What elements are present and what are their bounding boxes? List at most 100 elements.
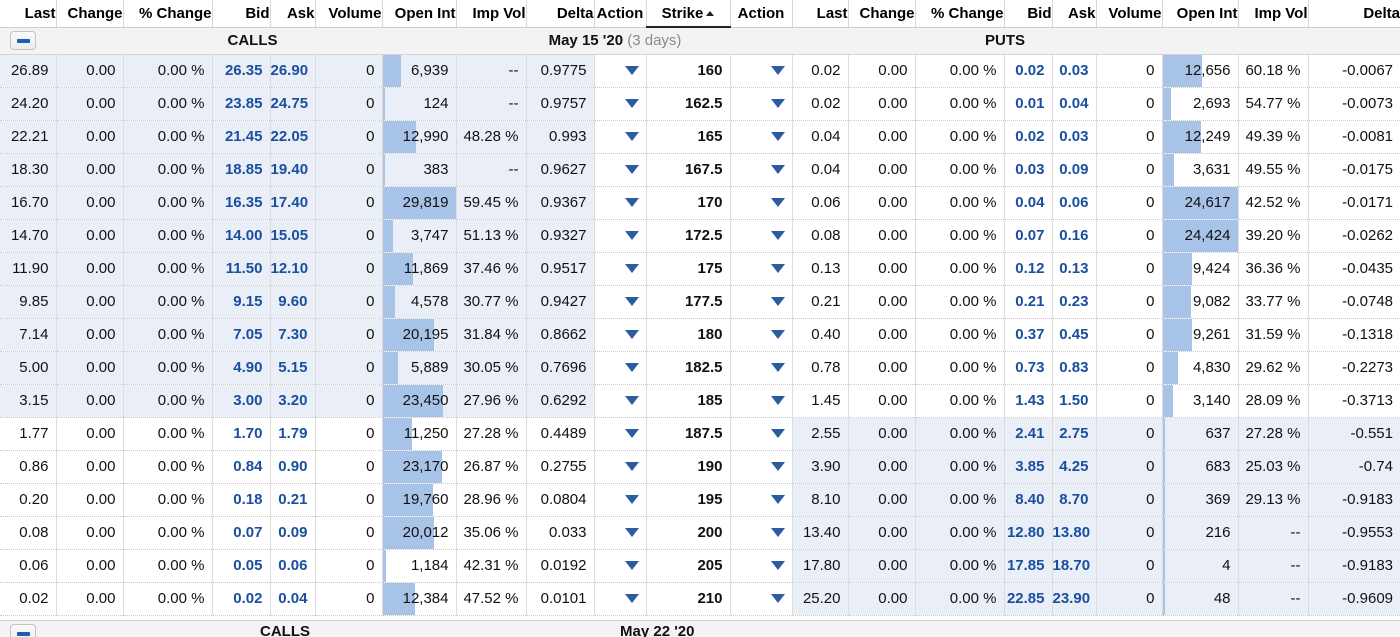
calls-action-cell[interactable]: [594, 219, 647, 253]
puts-pct_change-cell: 0.00 %: [915, 351, 1005, 385]
header-calls-action[interactable]: Action: [594, 0, 647, 28]
calls-action-cell[interactable]: [594, 54, 647, 88]
chevron-down-icon[interactable]: [770, 99, 785, 108]
header-calls-imp-vol[interactable]: Imp Vol: [456, 0, 527, 28]
header-puts-pct-change[interactable]: % Change: [915, 0, 1005, 28]
puts-action-cell[interactable]: [730, 516, 793, 550]
header-strike[interactable]: Strike: [646, 0, 731, 28]
header-calls-last[interactable]: Last: [0, 0, 57, 28]
puts-action-cell[interactable]: [730, 483, 793, 517]
chevron-down-icon[interactable]: [770, 330, 785, 339]
chevron-down-icon[interactable]: [624, 66, 639, 75]
calls-action-cell[interactable]: [594, 186, 647, 220]
calls-action-cell[interactable]: [594, 153, 647, 187]
calls-action-cell[interactable]: [594, 549, 647, 583]
header-calls-delta[interactable]: Delta: [526, 0, 595, 28]
chevron-down-icon[interactable]: [624, 297, 639, 306]
chevron-down-icon[interactable]: [624, 429, 639, 438]
header-puts-bid[interactable]: Bid: [1004, 0, 1053, 28]
puts-action-cell[interactable]: [730, 351, 793, 385]
calls-action-cell[interactable]: [594, 252, 647, 286]
puts-action-cell[interactable]: [730, 219, 793, 253]
calls-action-cell[interactable]: [594, 87, 647, 121]
header-puts-volume[interactable]: Volume: [1096, 0, 1163, 28]
calls-action-cell[interactable]: [594, 483, 647, 517]
puts-action-cell[interactable]: [730, 153, 793, 187]
calls-action-cell[interactable]: [594, 318, 647, 352]
chevron-down-icon[interactable]: [770, 132, 785, 141]
puts-action-cell[interactable]: [730, 549, 793, 583]
chevron-down-icon[interactable]: [770, 231, 785, 240]
chevron-down-icon[interactable]: [624, 132, 639, 141]
chevron-down-icon[interactable]: [624, 165, 639, 174]
calls-action-cell[interactable]: [594, 417, 647, 451]
puts-bid: 0.02: [1015, 62, 1045, 79]
header-calls-ask[interactable]: Ask: [270, 0, 316, 28]
header-puts-open-int[interactable]: Open Int: [1162, 0, 1239, 28]
puts-action-cell[interactable]: [730, 54, 793, 88]
chevron-down-icon[interactable]: [770, 396, 785, 405]
strike-value: 205: [697, 557, 723, 574]
chevron-down-icon[interactable]: [770, 561, 785, 570]
puts-action-cell[interactable]: [730, 582, 793, 616]
puts-action-cell[interactable]: [730, 120, 793, 154]
calls-action-cell[interactable]: [594, 384, 647, 418]
header-puts-last[interactable]: Last: [792, 0, 849, 28]
chevron-down-icon[interactable]: [624, 330, 639, 339]
header-puts-action[interactable]: Action: [730, 0, 793, 28]
puts-action-cell[interactable]: [730, 417, 793, 451]
chevron-down-icon[interactable]: [770, 462, 785, 471]
puts-action-cell[interactable]: [730, 252, 793, 286]
chevron-down-icon[interactable]: [770, 264, 785, 273]
header-puts-delta[interactable]: Delta: [1308, 0, 1400, 28]
puts-action-cell[interactable]: [730, 384, 793, 418]
header-calls-bid[interactable]: Bid: [212, 0, 271, 28]
chevron-down-icon[interactable]: [624, 495, 639, 504]
chevron-down-icon[interactable]: [770, 66, 785, 75]
chevron-down-icon[interactable]: [770, 429, 785, 438]
strike-cell: 165: [645, 120, 731, 154]
header-calls-pct-change[interactable]: % Change: [123, 0, 213, 28]
calls-action-cell[interactable]: [594, 450, 647, 484]
chevron-down-icon[interactable]: [624, 264, 639, 273]
header-calls-open-int[interactable]: Open Int: [382, 0, 457, 28]
calls-change: 0.00: [86, 392, 116, 409]
collapse-expiry-button[interactable]: [10, 31, 36, 50]
chevron-down-icon[interactable]: [624, 462, 639, 471]
chevron-down-icon[interactable]: [770, 165, 785, 174]
puts-ask: 0.03: [1059, 62, 1089, 79]
puts-action-cell[interactable]: [730, 450, 793, 484]
chevron-down-icon[interactable]: [624, 198, 639, 207]
puts-pct_change-cell: 0.00 %: [915, 549, 1005, 583]
chevron-down-icon[interactable]: [770, 363, 785, 372]
chevron-down-icon[interactable]: [770, 198, 785, 207]
puts-action-cell[interactable]: [730, 318, 793, 352]
calls-action-cell[interactable]: [594, 351, 647, 385]
chevron-down-icon[interactable]: [624, 396, 639, 405]
header-calls-volume[interactable]: Volume: [315, 0, 383, 28]
chevron-down-icon[interactable]: [770, 594, 785, 603]
header-calls-change[interactable]: Change: [56, 0, 124, 28]
calls-action-cell[interactable]: [594, 120, 647, 154]
calls-action-cell[interactable]: [594, 582, 647, 616]
header-puts-imp-vol[interactable]: Imp Vol: [1238, 0, 1309, 28]
header-puts-ask[interactable]: Ask: [1052, 0, 1097, 28]
calls-delta-cell: 0.9517: [526, 252, 595, 286]
puts-delta: -0.1318: [1342, 326, 1393, 343]
chevron-down-icon[interactable]: [624, 363, 639, 372]
puts-action-cell[interactable]: [730, 87, 793, 121]
calls-action-cell[interactable]: [594, 285, 647, 319]
chevron-down-icon[interactable]: [624, 594, 639, 603]
collapse-next-expiry-button[interactable]: [10, 624, 36, 637]
chevron-down-icon[interactable]: [770, 297, 785, 306]
chevron-down-icon[interactable]: [770, 495, 785, 504]
puts-action-cell[interactable]: [730, 285, 793, 319]
puts-action-cell[interactable]: [730, 186, 793, 220]
chevron-down-icon[interactable]: [624, 528, 639, 537]
chevron-down-icon[interactable]: [624, 99, 639, 108]
chevron-down-icon[interactable]: [770, 528, 785, 537]
chevron-down-icon[interactable]: [624, 561, 639, 570]
calls-action-cell[interactable]: [594, 516, 647, 550]
chevron-down-icon[interactable]: [624, 231, 639, 240]
header-puts-change[interactable]: Change: [848, 0, 916, 28]
